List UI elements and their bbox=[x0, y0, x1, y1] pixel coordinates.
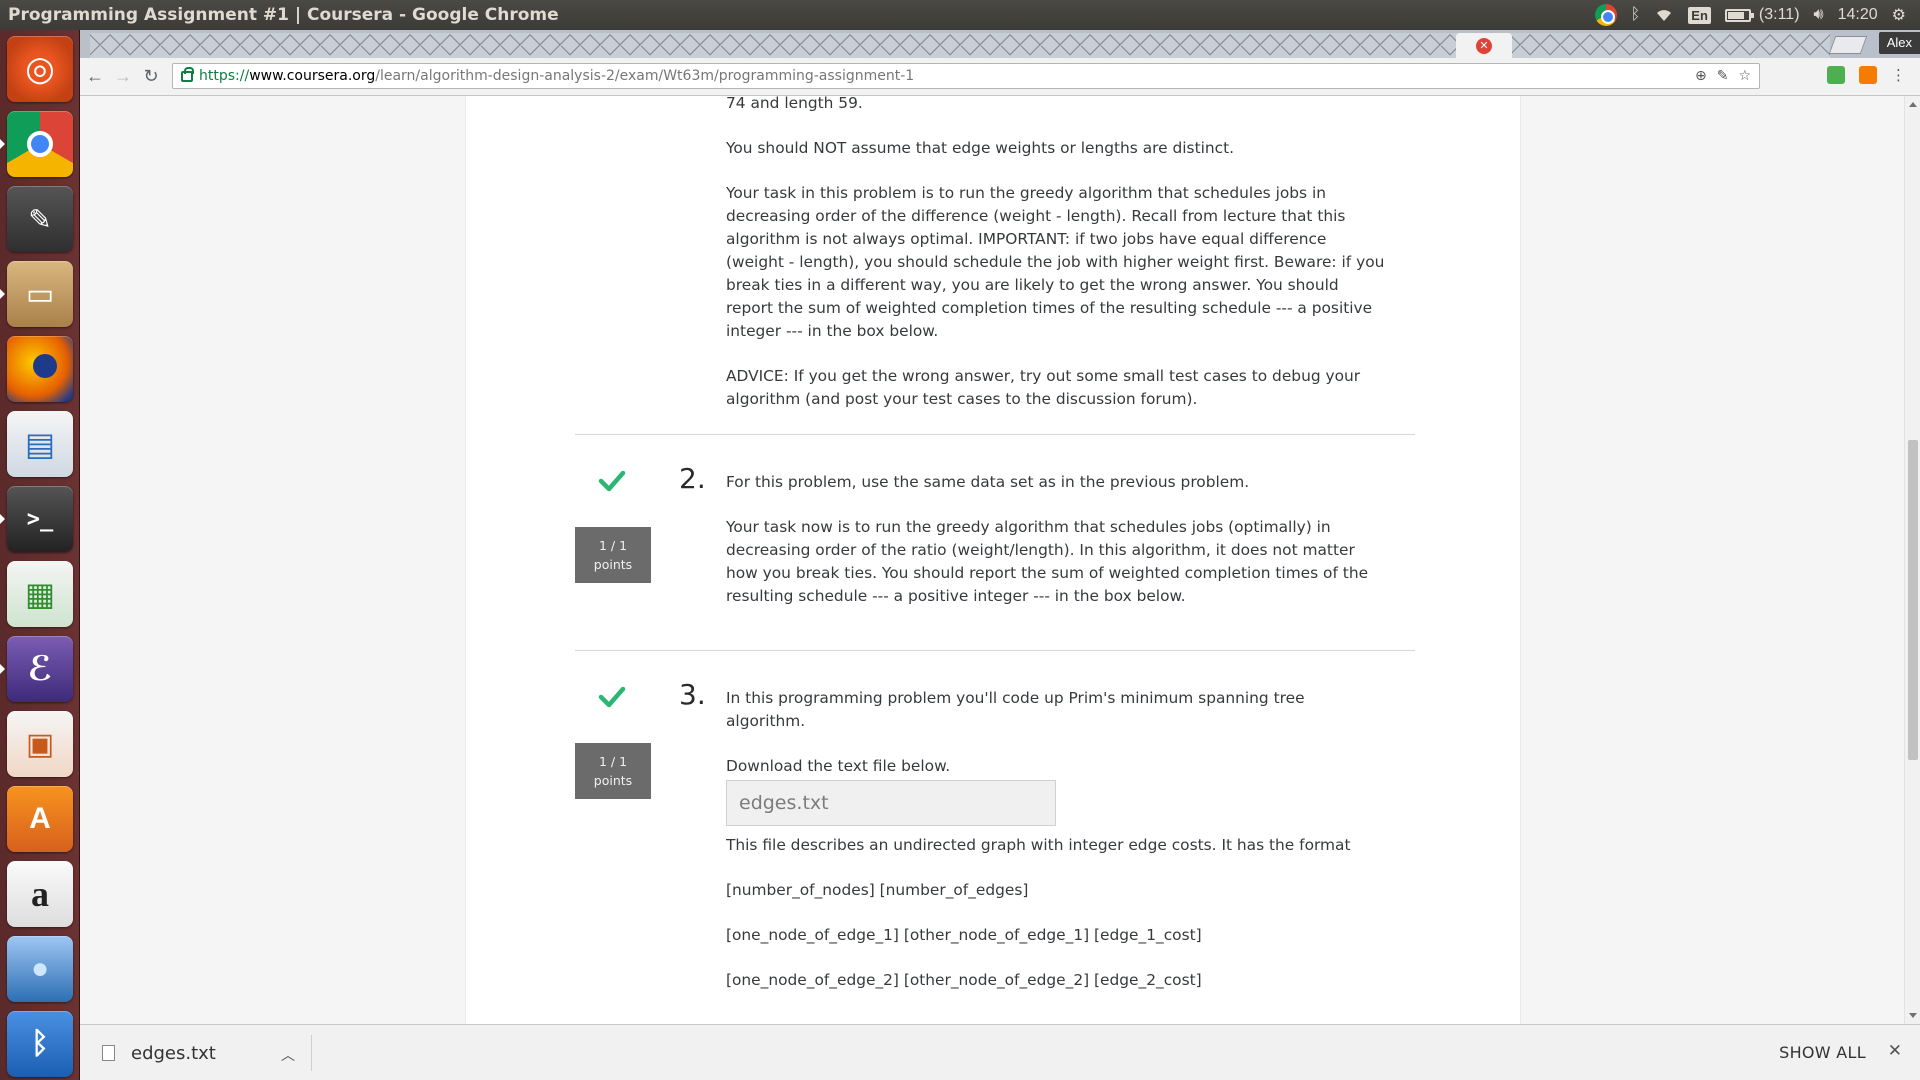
new-tab-button[interactable] bbox=[1828, 36, 1868, 54]
chevron-up-icon[interactable]: ︿ bbox=[281, 1045, 295, 1065]
q2-paragraph-2: Your task now is to run the greedy algor… bbox=[726, 518, 1369, 605]
lock-icon bbox=[181, 66, 194, 82]
running-indicator-icon bbox=[0, 514, 5, 524]
page-viewport: 74 and length 59. You should NOT assume … bbox=[80, 96, 1904, 1024]
active-tab[interactable]: ✕ bbox=[1456, 33, 1512, 58]
profile-button[interactable]: Alex bbox=[1878, 32, 1920, 54]
back-button[interactable]: ← bbox=[82, 64, 108, 90]
points-badge: 1 / 1 points bbox=[575, 743, 651, 799]
keyboard-indicator[interactable]: En bbox=[1688, 6, 1711, 24]
show-all-button[interactable]: SHOW ALL bbox=[1779, 1043, 1866, 1062]
ubuntu-dash-icon[interactable]: ◎ bbox=[7, 36, 73, 102]
q2-paragraph-1: For this problem, use the same data set … bbox=[726, 473, 1250, 491]
bluetooth-tray-icon[interactable]: ᛒ bbox=[1631, 4, 1641, 26]
q3-paragraph-1: In this programming problem you'll code … bbox=[726, 689, 1305, 730]
omnibox-actions: ⊕ ✎ ☆ bbox=[1695, 68, 1759, 84]
chrome-icon[interactable] bbox=[7, 111, 73, 177]
running-indicator-icon bbox=[0, 664, 5, 674]
zoom-icon[interactable]: ⊕ bbox=[1695, 68, 1707, 84]
volume-icon[interactable]: 🔊︎ bbox=[1814, 4, 1824, 26]
download-shelf: edges.txt ︿ SHOW ALL ✕ bbox=[80, 1024, 1920, 1080]
system-tray: ᛒ En (3:11) 🔊︎ 14:20 ⚙ bbox=[1594, 4, 1920, 26]
q3-paragraph-4: [number_of_nodes] [number_of_edges] bbox=[726, 881, 1029, 899]
writer-icon[interactable]: ▤ bbox=[7, 411, 73, 477]
top-panel: Programming Assignment #1 | Coursera - G… bbox=[0, 0, 1920, 30]
calc-icon[interactable]: ▦ bbox=[7, 561, 73, 627]
wifi-icon[interactable] bbox=[1654, 4, 1674, 26]
gimp-icon[interactable]: ✎ bbox=[7, 186, 73, 252]
tab-strip: ✕ Alex bbox=[80, 30, 1920, 58]
url-path: /learn/algorithm-design-analysis-2/exam/… bbox=[375, 68, 915, 84]
download-item[interactable]: edges.txt bbox=[90, 1025, 310, 1080]
launcher: ◎ ✎ ▭ ▤ >_ ▦ ℰ ▣ Aa ● ᛒ bbox=[0, 30, 80, 1080]
extension-orange-icon[interactable] bbox=[1859, 66, 1877, 84]
points-label: points bbox=[593, 773, 633, 788]
scroll-thumb[interactable] bbox=[1908, 440, 1918, 760]
emacs-icon[interactable]: ℰ bbox=[7, 636, 73, 702]
q3-text-bottom: This file describes an undirected graph … bbox=[726, 834, 1386, 1014]
divider bbox=[575, 434, 1415, 435]
close-icon[interactable]: ✕ bbox=[1888, 1041, 1902, 1061]
q1-text: 74 and length 59. You should NOT assume … bbox=[726, 96, 1386, 433]
bluetooth-icon[interactable]: ᛒ bbox=[7, 1011, 73, 1077]
file-download-link[interactable]: edges.txt bbox=[726, 780, 1056, 826]
q1-paragraph-3: ADVICE: If you get the wrong answer, try… bbox=[726, 367, 1361, 408]
battery-time: (3:11) bbox=[1758, 6, 1800, 23]
url-host: www.coursera.org bbox=[249, 68, 376, 84]
forward-button[interactable]: → bbox=[110, 64, 136, 90]
files-icon[interactable]: ▭ bbox=[7, 261, 73, 327]
assignment-card: 74 and length 59. You should NOT assume … bbox=[465, 96, 1521, 1024]
q3-paragraph-6: [one_node_of_edge_2] [other_node_of_edge… bbox=[726, 971, 1202, 989]
running-indicator-icon bbox=[0, 289, 5, 299]
reload-button[interactable]: ↻ bbox=[138, 64, 164, 90]
battery-indicator[interactable]: (3:11) bbox=[1724, 4, 1800, 26]
battery-icon bbox=[1724, 8, 1754, 22]
points-value: 1 / 1 bbox=[598, 538, 628, 553]
q3-paragraph-5: [one_node_of_edge_1] [other_node_of_edge… bbox=[726, 926, 1202, 944]
pin-icon[interactable]: ✎ bbox=[1717, 68, 1729, 84]
settings-gear-icon[interactable]: ⚙ bbox=[1892, 4, 1906, 26]
software-center-icon[interactable]: A bbox=[7, 786, 73, 852]
extensions-area: ⋮ bbox=[1827, 66, 1906, 84]
q1-paragraph-2: Your task in this problem is to run the … bbox=[726, 184, 1385, 340]
scroll-up-arrow-icon[interactable] bbox=[1909, 102, 1917, 107]
download-file-name: edges.txt bbox=[131, 1042, 216, 1064]
points-value: 1 / 1 bbox=[598, 754, 628, 769]
terminal-icon[interactable]: >_ bbox=[7, 486, 73, 552]
firefox-icon[interactable] bbox=[7, 336, 73, 402]
running-indicator-icon bbox=[0, 139, 5, 149]
page-scrollbar[interactable] bbox=[1904, 96, 1920, 1024]
amazon-icon[interactable]: a bbox=[7, 861, 73, 927]
q2-text: For this problem, use the same data set … bbox=[726, 471, 1386, 630]
check-icon bbox=[598, 686, 626, 708]
chrome-menu-icon[interactable]: ⋮ bbox=[1891, 66, 1906, 84]
divider bbox=[575, 650, 1415, 651]
impress-icon[interactable]: ▣ bbox=[7, 711, 73, 777]
file-icon bbox=[102, 1045, 115, 1061]
tab-row[interactable] bbox=[90, 33, 1830, 58]
droplet-icon[interactable]: ● bbox=[7, 936, 73, 1002]
address-bar[interactable]: https://www.coursera.org/learn/algorithm… bbox=[172, 63, 1760, 89]
scroll-down-arrow-icon[interactable] bbox=[1909, 1013, 1917, 1018]
bookmark-star-icon[interactable]: ☆ bbox=[1738, 68, 1751, 84]
question-number: 3. bbox=[679, 678, 706, 711]
q1-paragraph-cut: 74 and length 59. bbox=[726, 96, 863, 112]
tab-close-icon[interactable]: ✕ bbox=[1476, 37, 1492, 54]
q3-paragraph-2: Download the text file below. bbox=[726, 757, 951, 775]
window-title: Programming Assignment #1 | Coursera - G… bbox=[8, 5, 559, 25]
extension-green-icon[interactable] bbox=[1827, 66, 1845, 84]
url-scheme: https:// bbox=[199, 68, 250, 84]
chrome-tray-icon[interactable] bbox=[1594, 4, 1617, 26]
q1-paragraph-1: You should NOT assume that edge weights … bbox=[726, 139, 1235, 157]
points-badge: 1 / 1 points bbox=[575, 527, 651, 583]
shelf-separator bbox=[311, 1035, 312, 1071]
clock[interactable]: 14:20 bbox=[1838, 4, 1878, 26]
points-label: points bbox=[593, 557, 633, 572]
q3-paragraph-3: This file describes an undirected graph … bbox=[726, 836, 1351, 854]
question-number: 2. bbox=[679, 462, 706, 495]
check-icon bbox=[598, 470, 626, 492]
browser-toolbar: ← → ↻ https://www.coursera.org/learn/alg… bbox=[80, 58, 1920, 96]
